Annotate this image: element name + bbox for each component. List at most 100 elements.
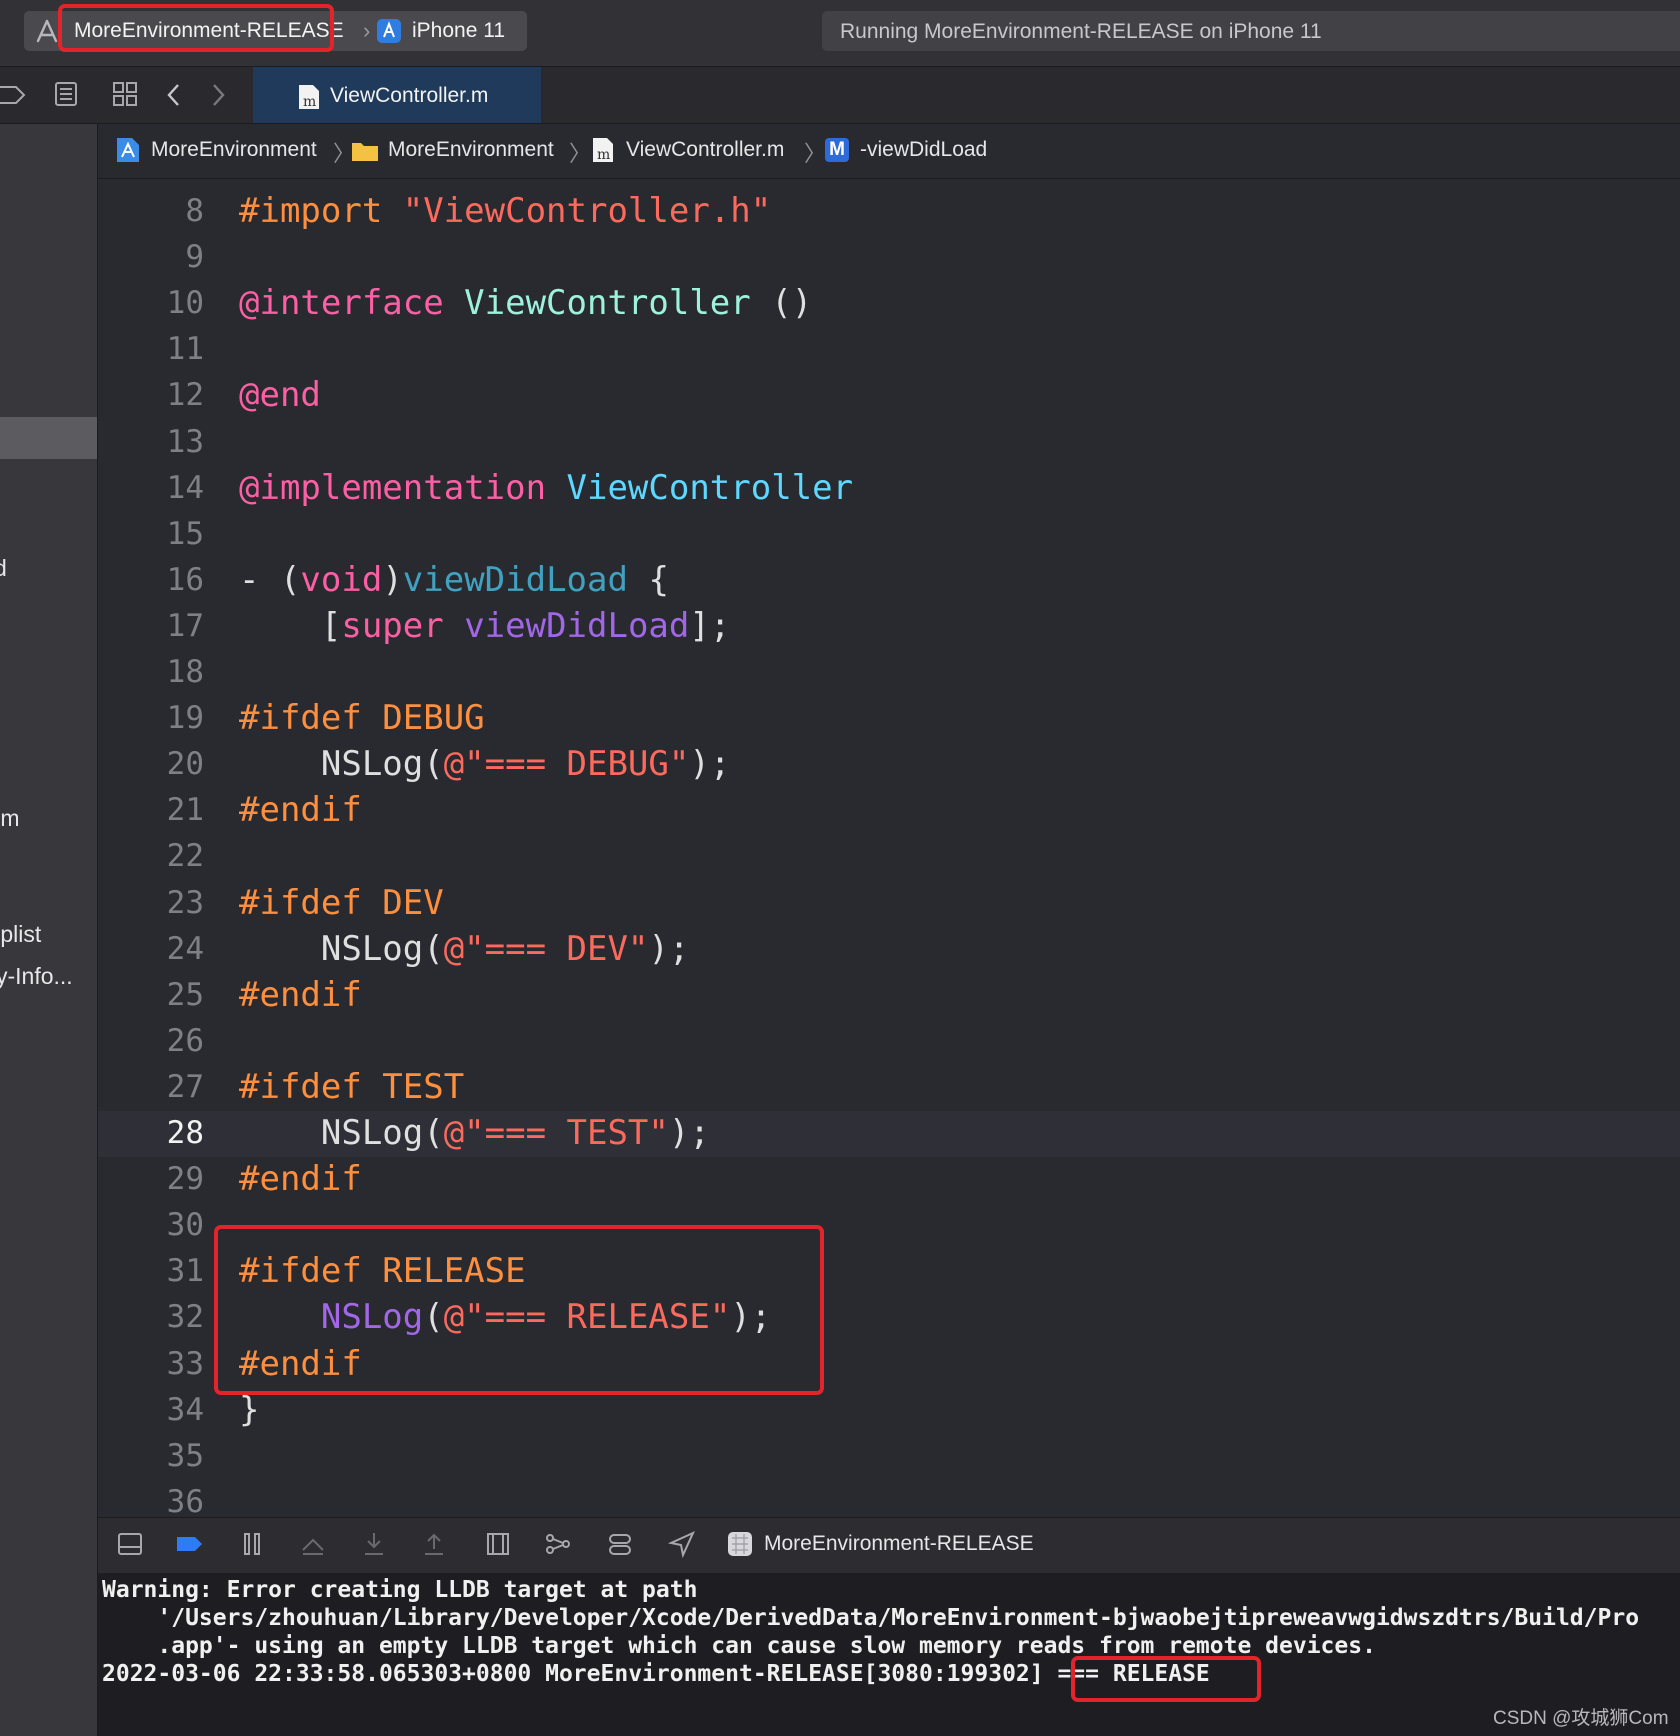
breadcrumb-group[interactable]: MoreEnvironment (388, 138, 554, 162)
environment-overrides-icon[interactable] (606, 1530, 634, 1558)
code-token: @end (239, 375, 321, 415)
step-over-icon[interactable] (299, 1530, 327, 1558)
code-line[interactable]: @implementation ViewController (239, 468, 853, 508)
device-name[interactable]: iPhone 11 (412, 19, 505, 43)
view-hierarchy-icon[interactable] (484, 1530, 512, 1558)
line-number: 35 (166, 1438, 204, 1474)
code-token: ) (382, 560, 403, 600)
code-line[interactable]: #endif (239, 975, 362, 1015)
line-number: 33 (166, 1346, 204, 1382)
code-line[interactable]: - (void)viewDidLoad { (239, 560, 669, 600)
navigator-item[interactable]: d (0, 555, 7, 582)
code-line[interactable]: } (239, 1390, 259, 1430)
navigator-item[interactable]: .m (0, 805, 20, 832)
forward-chevron-icon[interactable] (210, 83, 226, 107)
code-token: viewDidLoad (402, 560, 628, 600)
device-app-icon (377, 19, 401, 43)
line-number: 26 (166, 1023, 204, 1059)
code-token: #endif (239, 790, 362, 830)
code-token: @"=== DEV" (443, 929, 649, 969)
line-number: 27 (166, 1069, 204, 1105)
code-token: ]; (689, 606, 731, 646)
line-number: 14 (166, 470, 204, 506)
code-token: @"=== DEBUG" (443, 744, 690, 784)
code-token: @"=== TEST" (443, 1113, 669, 1153)
line-number: 9 (185, 239, 204, 275)
related-items-grid-icon[interactable] (112, 81, 138, 107)
pause-icon[interactable] (238, 1530, 266, 1558)
code-token: NSLog( (239, 1113, 444, 1153)
code-token: #ifdef DEV (239, 883, 444, 923)
code-token: super (341, 606, 444, 646)
svg-text:m: m (303, 94, 316, 110)
breadcrumb-method[interactable]: -viewDidLoad (860, 138, 987, 162)
code-line[interactable]: NSLog(@"=== TEST"); (239, 1113, 710, 1153)
folder-icon (352, 143, 378, 161)
line-number: 19 (166, 700, 204, 736)
process-app-icon (728, 1532, 752, 1556)
breadcrumb-project[interactable]: MoreEnvironment (151, 138, 317, 162)
code-line[interactable]: NSLog(@"=== DEBUG"); (239, 744, 730, 784)
hide-debug-area-icon[interactable] (116, 1530, 144, 1558)
activity-status: Running MoreEnvironment-RELEASE on iPhon… (822, 11, 1680, 51)
code-line[interactable]: #endif (239, 790, 362, 830)
watermark-text: CSDN @攻城狮Com (1493, 1708, 1669, 1729)
code-line[interactable]: #endif (239, 1159, 362, 1199)
release-output-highlight-box (1071, 1656, 1261, 1702)
step-into-icon[interactable] (360, 1530, 388, 1558)
scheme-separator-icon: › (363, 18, 371, 43)
navigator-item[interactable]: .plist (0, 921, 41, 948)
breakpoints-icon[interactable] (175, 1530, 203, 1558)
line-number: 16 (166, 562, 204, 598)
scheme-highlight-box (58, 4, 334, 52)
back-chevron-icon[interactable] (166, 83, 182, 107)
code-token: { (627, 560, 669, 600)
code-token: @interface (239, 283, 465, 323)
code-token: ); (689, 744, 731, 784)
simulate-location-icon[interactable] (668, 1530, 696, 1558)
code-token: } (239, 1390, 260, 1430)
line-number: 32 (166, 1299, 204, 1335)
project-navigator: d .m .plist y-Info... (0, 67, 98, 1736)
code-line[interactable]: @end (239, 375, 321, 415)
tag-icon[interactable] (0, 83, 26, 107)
console-line: '/Users/zhouhuan/Library/Developer/Xcode… (102, 1605, 1640, 1631)
code-token: ViewController (464, 283, 751, 323)
code-token: () (750, 283, 813, 323)
code-line[interactable]: #ifdef TEST (239, 1067, 464, 1107)
code-line[interactable]: @interface ViewController () (239, 283, 812, 323)
line-number: 22 (166, 838, 204, 874)
navigator-item[interactable]: y-Info... (0, 963, 73, 990)
line-number: 8 (185, 193, 204, 229)
method-badge-icon: M (825, 138, 849, 162)
code-line[interactable]: #import "ViewController.h" (239, 191, 771, 231)
breadcrumb-file[interactable]: ViewController.m (626, 138, 784, 162)
code-line[interactable]: #ifdef DEBUG (239, 698, 485, 738)
line-number: 12 (166, 377, 204, 413)
code-token: #ifdef TEST (239, 1067, 465, 1107)
line-number: 21 (166, 792, 204, 828)
editor-tab-bar (0, 67, 1680, 124)
code-line[interactable]: #ifdef DEV (239, 883, 444, 923)
line-number: 25 (166, 977, 204, 1013)
line-number: 11 (166, 331, 204, 367)
code-token: #ifdef DEBUG (239, 698, 485, 738)
code-line[interactable]: NSLog(@"=== DEV"); (239, 929, 689, 969)
line-number: 24 (166, 931, 204, 967)
code-token: void (300, 560, 383, 600)
step-out-icon[interactable] (420, 1530, 448, 1558)
selected-navigator-row[interactable] (0, 417, 97, 459)
code-line[interactable]: [super viewDidLoad]; (239, 606, 730, 646)
line-number: 17 (166, 608, 204, 644)
code-token: ); (668, 1113, 710, 1153)
line-number: 15 (166, 516, 204, 552)
line-number: 20 (166, 746, 204, 782)
line-number: 30 (166, 1207, 204, 1243)
code-token: #endif (239, 975, 362, 1015)
document-items-icon[interactable] (54, 81, 78, 107)
objc-file-icon: m (593, 138, 613, 163)
memory-graph-icon[interactable] (544, 1530, 572, 1558)
tab-label[interactable]: ViewController.m (330, 84, 488, 108)
breadcrumb-chevron-icon: 〉 (569, 141, 592, 166)
line-number: 10 (166, 285, 204, 321)
